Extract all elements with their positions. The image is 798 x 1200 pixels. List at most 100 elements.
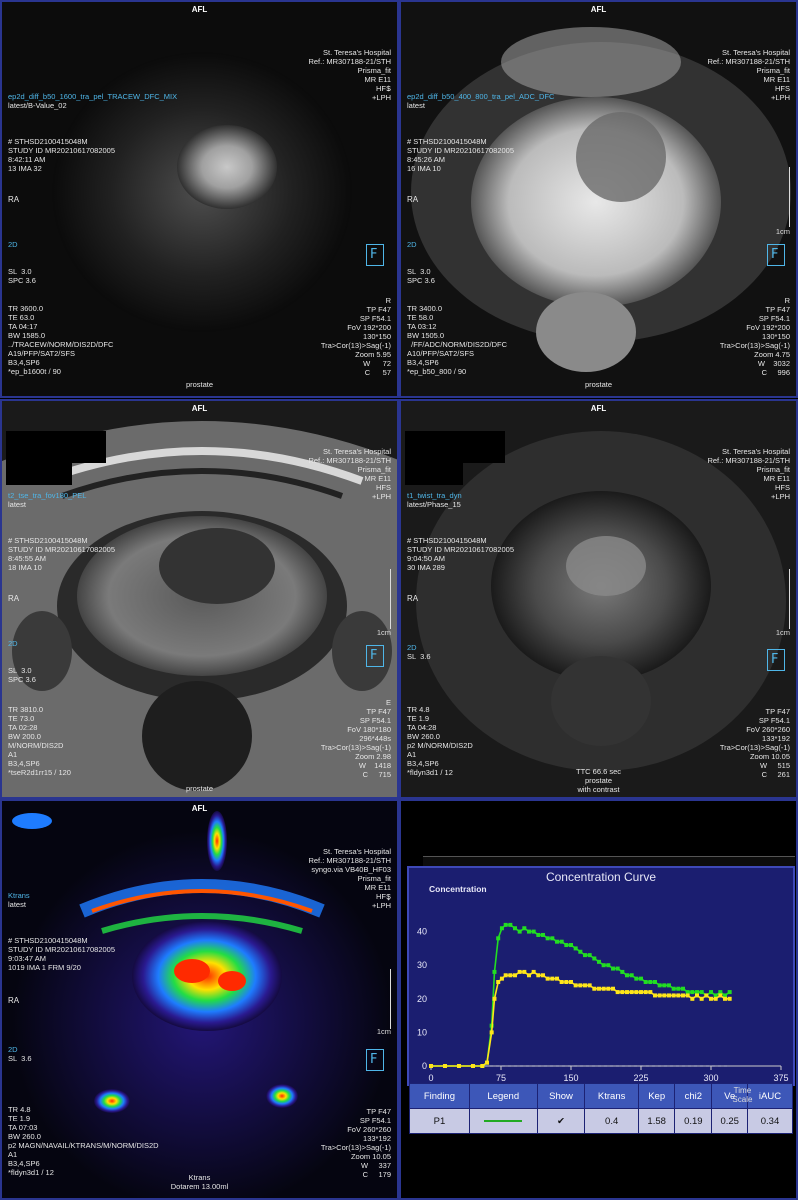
data-point-yellow [471,1064,475,1068]
data-point-yellow [727,996,732,1001]
col-finding[interactable]: Finding [409,1083,470,1109]
filter-icon[interactable]: F [767,649,785,671]
data-point-yellow [629,990,634,995]
data-point-green [578,949,583,954]
concentration-chart: Concentration 0 10 20 30 40 0 75 150 225 300 375 [417,884,789,1083]
data-point-yellow [699,996,704,1001]
data-point-yellow [718,993,723,998]
data-point-yellow [569,980,573,984]
data-point-green [503,922,508,927]
data-point-green [671,986,676,991]
data-point-green [727,990,732,995]
data-point-yellow [676,993,681,998]
series-name[interactable]: Ktrans [8,891,30,900]
orientation-top-label: AFL [191,404,208,413]
series-sub: latest/B-Value_02 [8,101,67,110]
col-show[interactable]: Show [536,1083,586,1109]
data-point-yellow [545,976,550,981]
cell-kep: 1.58 [638,1108,676,1134]
filter-icon[interactable]: F [366,244,384,266]
table-row[interactable]: P1 ✔ 0.4 1.58 0.19 0.25 0.34 [409,1108,794,1134]
bottom-label: prostate [185,380,214,389]
display-params: R TP F47 SP F54.1 FoV 192*200 130*150 Tra>Cor… [719,296,790,377]
viewport-t2[interactable]: AFL St. Teresa's Hospital Ref.: MR307188-… [0,399,399,799]
bottom-label: Ktrans Dotarem 13.00ml [170,1173,229,1191]
orientation-left-label: RA [407,594,419,603]
data-point-green [625,973,629,978]
data-point-green [541,932,545,937]
viewport-adc[interactable]: AFL St. Teresa's Hospital Ref.: MR307188-… [399,0,798,398]
viewport-dwi-b1600[interactable]: AFL St. Teresa's Hospital Ref.: MR307188-… [0,0,399,398]
data-point-yellow [723,996,727,1001]
legend-swatch [484,1120,523,1122]
viewport-ktrans[interactable]: AFL St. Teresa's Hospital Ref.: MR307188-… [0,799,399,1200]
data-point-yellow [709,996,713,1001]
data-point-yellow [648,990,653,995]
data-point-yellow [550,976,555,981]
sequence-params: TR 3400.0 TE 58.0 TA 03:12 BW 1505.0 /FF/AD… [407,304,508,376]
slice-mode: 2D [8,1045,18,1054]
data-point-yellow [587,983,592,988]
orientation-top-label: AFL [191,804,208,813]
y-tick-label: 10 [417,1027,427,1037]
filter-icon[interactable]: F [366,1049,384,1071]
data-point-green [615,966,620,971]
data-point-green [587,953,592,958]
data-point-yellow [503,973,508,978]
data-point-yellow [681,993,685,998]
data-point-yellow [496,980,501,984]
y-axis-label: Concentration [429,884,487,894]
series-name[interactable]: t2_tse_tra_fov180_PEL [8,491,86,500]
x-tick-label: 225 [633,1073,648,1083]
data-point-yellow [597,986,601,991]
scale-label: 1cm [775,628,790,637]
scale-bar [785,569,790,629]
series-name[interactable]: ep2d_diff_b50_1600_tra_pel_TRACEW_DFC_MI… [8,92,177,101]
data-point-green [676,986,681,991]
bottom-label: prostate [584,380,613,389]
bottom-label: prostate [185,784,214,793]
series-sub: latest [8,500,26,509]
data-point-green [499,926,504,931]
filter-icon[interactable]: F [366,645,384,667]
data-point-yellow [508,973,513,978]
col-ve[interactable]: Ve Time Scale [711,1083,752,1109]
orientation-left-label: RA [407,195,419,204]
data-point-yellow [531,969,536,974]
data-point-yellow [606,986,611,991]
col-legend[interactable]: Legend [468,1083,538,1109]
data-point-green [555,939,559,944]
col-iauc[interactable]: iAUC [746,1083,794,1109]
show-checkbox[interactable]: ✔ [557,1116,565,1127]
redaction-box [6,463,72,485]
pk-parameter-table-panel: Finding Legend Show Ktrans Kep chi2 Ve T… [409,1083,794,1134]
data-point-green [699,990,704,995]
series-name[interactable]: ep2d_diff_b50_400_800_tra_pel_ADC_DFC [407,92,554,101]
data-point-yellow [662,993,667,998]
concentration-chart-panel: Concentration Curve Concentration 0 10 20 3… [407,866,795,1086]
data-point-yellow [625,990,629,995]
data-point-green [653,980,657,984]
filter-icon[interactable]: F [767,244,785,266]
hospital-info: St. Teresa's Hospital Ref.: MR307188-21/S… [707,48,790,102]
cell-finding: P1 [409,1108,470,1134]
data-point-green [601,963,606,968]
col-ktrans[interactable]: Ktrans [584,1083,640,1109]
data-point-yellow [443,1064,447,1068]
data-point-green [492,969,497,974]
data-point-yellow [492,996,497,1001]
col-kep[interactable]: Kep [638,1083,676,1109]
cell-chi2: 0.19 [674,1108,713,1134]
viewport-dce[interactable]: AFL St. Teresa's Hospital Ref.: MR307188-… [399,399,798,799]
cell-show[interactable]: ✔ [536,1108,586,1134]
data-point-green [620,969,625,974]
study-info: # STHSD2100415048M STUDY ID MR20210617082… [8,137,116,173]
orientation-left-label: RA [8,195,20,204]
orientation-left-label: RA [8,594,20,603]
series-name[interactable]: t1_twist_tra_dyn [407,491,462,500]
data-point-yellow [639,990,643,995]
data-point-yellow [513,973,517,978]
data-point-yellow [499,976,504,981]
col-chi2[interactable]: chi2 [674,1083,713,1109]
hospital-info: St. Teresa's Hospital Ref.: MR307188-21/S… [308,48,391,102]
